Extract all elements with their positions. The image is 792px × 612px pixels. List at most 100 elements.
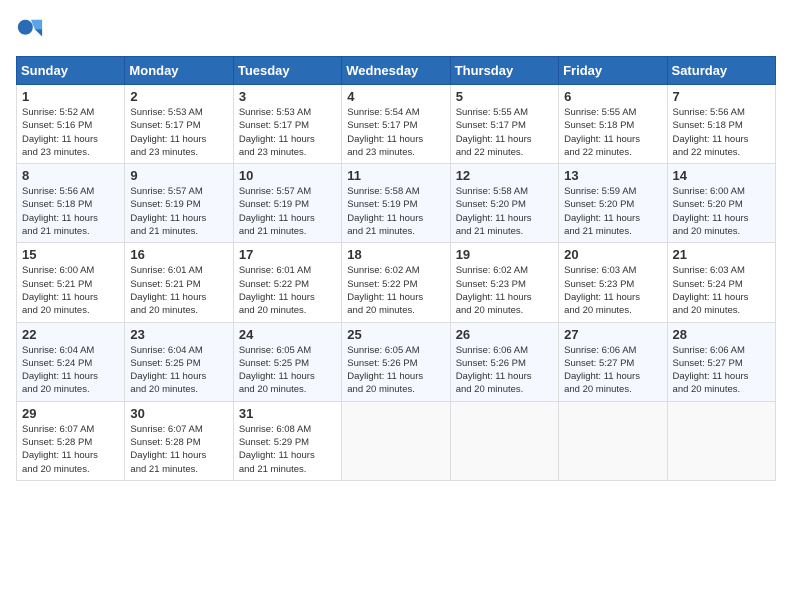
- day-info: Sunrise: 5:53 AMSunset: 5:17 PMDaylight:…: [130, 106, 227, 159]
- calendar-cell: 3 Sunrise: 5:53 AMSunset: 5:17 PMDaylight…: [233, 85, 341, 164]
- day-info: Sunrise: 5:54 AMSunset: 5:17 PMDaylight:…: [347, 106, 444, 159]
- calendar-cell: 8 Sunrise: 5:56 AMSunset: 5:18 PMDaylight…: [17, 164, 125, 243]
- calendar-cell: 22 Sunrise: 6:04 AMSunset: 5:24 PMDayligh…: [17, 322, 125, 401]
- day-info: Sunrise: 6:02 AMSunset: 5:22 PMDaylight:…: [347, 264, 444, 317]
- calendar-cell: 23Sunrise: 6:04 AMSunset: 5:25 PMDayligh…: [125, 322, 233, 401]
- calendar-week-5: 29 Sunrise: 6:07 AMSunset: 5:28 PMDayligh…: [17, 401, 776, 480]
- day-number: 21: [673, 247, 770, 262]
- day-info: Sunrise: 6:06 AMSunset: 5:27 PMDaylight:…: [564, 344, 661, 397]
- day-info: Sunrise: 5:57 AMSunset: 5:19 PMDaylight:…: [239, 185, 336, 238]
- day-info: Sunrise: 5:52 AMSunset: 5:16 PMDaylight:…: [22, 106, 119, 159]
- calendar-cell: 30 Sunrise: 6:07 AMSunset: 5:28 PMDayligh…: [125, 401, 233, 480]
- day-info: Sunrise: 5:57 AMSunset: 5:19 PMDaylight:…: [130, 185, 227, 238]
- day-info: Sunrise: 6:06 AMSunset: 5:27 PMDaylight:…: [673, 344, 770, 397]
- day-info: Sunrise: 6:02 AMSunset: 5:23 PMDaylight:…: [456, 264, 553, 317]
- calendar-cell: 31 Sunrise: 6:08 AMSunset: 5:29 PMDayligh…: [233, 401, 341, 480]
- day-number: 30: [130, 406, 227, 421]
- day-number: 8: [22, 168, 119, 183]
- day-info: Sunrise: 6:03 AMSunset: 5:24 PMDaylight:…: [673, 264, 770, 317]
- day-number: 13: [564, 168, 661, 183]
- day-number: 24: [239, 327, 336, 342]
- day-number: 7: [673, 89, 770, 104]
- calendar-cell: 16 Sunrise: 6:01 AMSunset: 5:21 PMDayligh…: [125, 243, 233, 322]
- day-number: 27: [564, 327, 661, 342]
- calendar-cell: 14Sunrise: 6:00 AMSunset: 5:20 PMDayligh…: [667, 164, 775, 243]
- day-number: 1: [22, 89, 119, 104]
- calendar-table: SundayMondayTuesdayWednesdayThursdayFrid…: [16, 56, 776, 481]
- day-number: 29: [22, 406, 119, 421]
- day-number: 6: [564, 89, 661, 104]
- calendar-cell: 15 Sunrise: 6:00 AMSunset: 5:21 PMDayligh…: [17, 243, 125, 322]
- day-number: 9: [130, 168, 227, 183]
- calendar-cell: 24Sunrise: 6:05 AMSunset: 5:25 PMDayligh…: [233, 322, 341, 401]
- calendar-cell: 1 Sunrise: 5:52 AMSunset: 5:16 PMDaylight…: [17, 85, 125, 164]
- calendar-cell: 13 Sunrise: 5:59 AMSunset: 5:20 PMDayligh…: [559, 164, 667, 243]
- calendar-cell: 5 Sunrise: 5:55 AMSunset: 5:17 PMDaylight…: [450, 85, 558, 164]
- day-info: Sunrise: 6:05 AMSunset: 5:26 PMDaylight:…: [347, 344, 444, 397]
- day-number: 3: [239, 89, 336, 104]
- day-number: 4: [347, 89, 444, 104]
- calendar-cell: [667, 401, 775, 480]
- day-info: Sunrise: 6:07 AMSunset: 5:28 PMDaylight:…: [130, 423, 227, 476]
- page-header: [16, 16, 776, 44]
- day-number: 12: [456, 168, 553, 183]
- calendar-cell: 7 Sunrise: 5:56 AMSunset: 5:18 PMDaylight…: [667, 85, 775, 164]
- day-number: 2: [130, 89, 227, 104]
- calendar-cell: 29 Sunrise: 6:07 AMSunset: 5:28 PMDayligh…: [17, 401, 125, 480]
- day-info: Sunrise: 6:08 AMSunset: 5:29 PMDaylight:…: [239, 423, 336, 476]
- logo-icon: [16, 16, 44, 44]
- day-info: Sunrise: 6:01 AMSunset: 5:22 PMDaylight:…: [239, 264, 336, 317]
- logo: [16, 16, 48, 44]
- calendar-cell: [559, 401, 667, 480]
- calendar-cell: 2 Sunrise: 5:53 AMSunset: 5:17 PMDaylight…: [125, 85, 233, 164]
- day-number: 16: [130, 247, 227, 262]
- calendar-cell: 9 Sunrise: 5:57 AMSunset: 5:19 PMDaylight…: [125, 164, 233, 243]
- day-info: Sunrise: 5:53 AMSunset: 5:17 PMDaylight:…: [239, 106, 336, 159]
- calendar-cell: 28 Sunrise: 6:06 AMSunset: 5:27 PMDayligh…: [667, 322, 775, 401]
- calendar-cell: 17 Sunrise: 6:01 AMSunset: 5:22 PMDayligh…: [233, 243, 341, 322]
- day-info: Sunrise: 6:04 AMSunset: 5:24 PMDaylight:…: [22, 344, 119, 397]
- col-header-tuesday: Tuesday: [233, 57, 341, 85]
- day-number: 10: [239, 168, 336, 183]
- calendar-week-2: 8 Sunrise: 5:56 AMSunset: 5:18 PMDaylight…: [17, 164, 776, 243]
- day-info: Sunrise: 6:03 AMSunset: 5:23 PMDaylight:…: [564, 264, 661, 317]
- col-header-friday: Friday: [559, 57, 667, 85]
- calendar-cell: 20 Sunrise: 6:03 AMSunset: 5:23 PMDayligh…: [559, 243, 667, 322]
- calendar-cell: 27 Sunrise: 6:06 AMSunset: 5:27 PMDayligh…: [559, 322, 667, 401]
- day-number: 31: [239, 406, 336, 421]
- day-number: 15: [22, 247, 119, 262]
- day-number: 17: [239, 247, 336, 262]
- calendar-cell: 10 Sunrise: 5:57 AMSunset: 5:19 PMDayligh…: [233, 164, 341, 243]
- day-info: Sunrise: 6:07 AMSunset: 5:28 PMDaylight:…: [22, 423, 119, 476]
- day-number: 23: [130, 327, 227, 342]
- col-header-wednesday: Wednesday: [342, 57, 450, 85]
- day-info: Sunrise: 5:58 AMSunset: 5:20 PMDaylight:…: [456, 185, 553, 238]
- calendar-cell: [450, 401, 558, 480]
- day-number: 28: [673, 327, 770, 342]
- day-number: 19: [456, 247, 553, 262]
- day-info: Sunrise: 5:56 AMSunset: 5:18 PMDaylight:…: [673, 106, 770, 159]
- calendar-cell: 21 Sunrise: 6:03 AMSunset: 5:24 PMDayligh…: [667, 243, 775, 322]
- calendar-cell: [342, 401, 450, 480]
- day-info: Sunrise: 6:00 AMSunset: 5:21 PMDaylight:…: [22, 264, 119, 317]
- calendar-cell: 19 Sunrise: 6:02 AMSunset: 5:23 PMDayligh…: [450, 243, 558, 322]
- calendar-week-3: 15 Sunrise: 6:00 AMSunset: 5:21 PMDayligh…: [17, 243, 776, 322]
- day-number: 18: [347, 247, 444, 262]
- day-number: 20: [564, 247, 661, 262]
- day-number: 14: [673, 168, 770, 183]
- col-header-saturday: Saturday: [667, 57, 775, 85]
- calendar-cell: 4 Sunrise: 5:54 AMSunset: 5:17 PMDaylight…: [342, 85, 450, 164]
- day-number: 25: [347, 327, 444, 342]
- calendar-cell: 18 Sunrise: 6:02 AMSunset: 5:22 PMDayligh…: [342, 243, 450, 322]
- calendar-week-4: 22 Sunrise: 6:04 AMSunset: 5:24 PMDayligh…: [17, 322, 776, 401]
- day-info: Sunrise: 5:56 AMSunset: 5:18 PMDaylight:…: [22, 185, 119, 238]
- day-info: Sunrise: 5:59 AMSunset: 5:20 PMDaylight:…: [564, 185, 661, 238]
- day-number: 5: [456, 89, 553, 104]
- col-header-thursday: Thursday: [450, 57, 558, 85]
- calendar-header: SundayMondayTuesdayWednesdayThursdayFrid…: [17, 57, 776, 85]
- calendar-cell: 12 Sunrise: 5:58 AMSunset: 5:20 PMDayligh…: [450, 164, 558, 243]
- day-info: Sunrise: 6:01 AMSunset: 5:21 PMDaylight:…: [130, 264, 227, 317]
- day-number: 22: [22, 327, 119, 342]
- day-info: Sunrise: 5:55 AMSunset: 5:17 PMDaylight:…: [456, 106, 553, 159]
- day-info: Sunrise: 5:55 AMSunset: 5:18 PMDaylight:…: [564, 106, 661, 159]
